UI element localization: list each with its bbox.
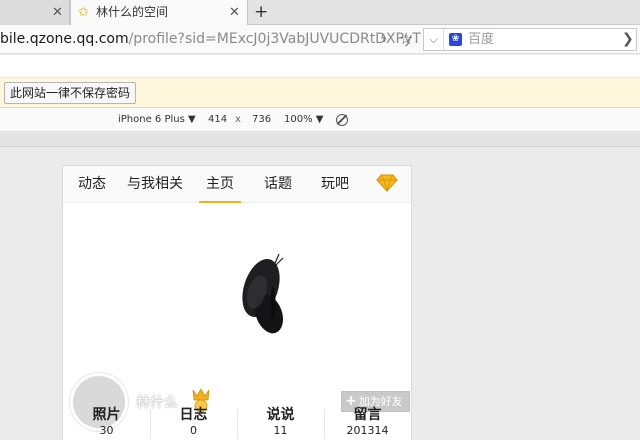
tab-strip: ✕ ✩ 林什么的空间 ✕ + xyxy=(0,0,640,25)
tab-title: 林什么的空间 xyxy=(96,5,169,19)
nav-item-topics[interactable]: 话题 xyxy=(256,166,300,203)
stat-value: 30 xyxy=(99,424,114,437)
tab-active[interactable]: ✩ 林什么的空间 ✕ xyxy=(70,0,248,25)
never-save-password-button[interactable]: 此网站一律不保存密码 xyxy=(4,82,137,104)
device-viewport: 动态 与我相关 主页 话题 玩吧 林什么 + 加为好友 照片 30 日志 0 说… xyxy=(62,165,412,440)
nav-item-play[interactable]: 玩吧 xyxy=(313,166,357,203)
stat-label: 照片 xyxy=(92,407,121,423)
bookmark-star-icon[interactable]: ☆ xyxy=(399,29,413,48)
stat-value: 201314 xyxy=(346,424,389,437)
diamond-icon[interactable] xyxy=(376,174,398,192)
stat-value: 0 xyxy=(190,424,197,437)
butterfly-cover-image xyxy=(242,253,284,334)
content-gap xyxy=(0,55,640,77)
tab-previous[interactable]: ✕ xyxy=(0,0,70,25)
zoom-select[interactable]: 100% ▼ xyxy=(284,108,323,132)
viewport-height[interactable]: 736 xyxy=(252,108,271,132)
stat-moments[interactable]: 说说 11 xyxy=(237,406,324,440)
paw-icon: ❀ xyxy=(449,33,462,46)
stat-photos[interactable]: 照片 30 xyxy=(63,406,150,440)
mobile-nav: 动态 与我相关 主页 话题 玩吧 xyxy=(63,166,411,203)
url-host: bile.qzone.qq.com xyxy=(0,31,129,47)
profile-stats: 照片 30 日志 0 说说 11 留言 201314 xyxy=(63,406,411,440)
search-box: ⌵ ❀ ❯ xyxy=(423,28,637,51)
close-icon[interactable]: ✕ xyxy=(52,0,63,25)
password-infobar: 此网站一律不保存密码 xyxy=(0,77,640,108)
lightning-icon[interactable]: ϟ xyxy=(380,32,387,45)
chevron-right-icon[interactable]: ❯ xyxy=(622,29,634,50)
stat-messages[interactable]: 留言 201314 xyxy=(324,406,411,440)
stat-label: 留言 xyxy=(353,407,382,423)
address-bar: bile.qzone.qq.com/profile?sid=MExcJ0j3Va… xyxy=(0,25,640,54)
rotate-icon[interactable] xyxy=(336,114,348,126)
profile-cover: 林什么 + 加为好友 xyxy=(63,204,411,431)
nav-item-feed[interactable]: 动态 xyxy=(69,166,115,203)
stat-blog[interactable]: 日志 0 xyxy=(150,406,237,440)
media-query-ruler xyxy=(0,133,640,147)
url-path: /profile?sid=MExcJ0j3VabJUVUCDRtDXPyT xyxy=(128,31,421,47)
url-field[interactable]: bile.qzone.qq.com/profile?sid=MExcJ0j3Va… xyxy=(0,25,421,54)
device-toolbar: iPhone 6 Plus ▼ 414 x 736 100% ▼ xyxy=(0,108,640,132)
device-select[interactable]: iPhone 6 Plus ▼ xyxy=(118,108,196,132)
dimension-separator: x xyxy=(235,114,241,125)
stat-label: 日志 xyxy=(179,407,208,423)
search-input[interactable] xyxy=(468,30,618,49)
new-tab-icon[interactable]: + xyxy=(254,0,268,24)
star-favicon-icon: ✩ xyxy=(78,5,89,20)
chevron-down-icon[interactable]: ⌵ xyxy=(424,29,444,50)
close-icon[interactable]: ✕ xyxy=(229,0,240,25)
nav-item-related[interactable]: 与我相关 xyxy=(125,166,185,203)
stat-label: 说说 xyxy=(266,407,295,423)
viewport-width[interactable]: 414 xyxy=(208,108,227,132)
nav-item-home[interactable]: 主页 xyxy=(199,166,241,203)
stat-value: 11 xyxy=(273,424,288,437)
